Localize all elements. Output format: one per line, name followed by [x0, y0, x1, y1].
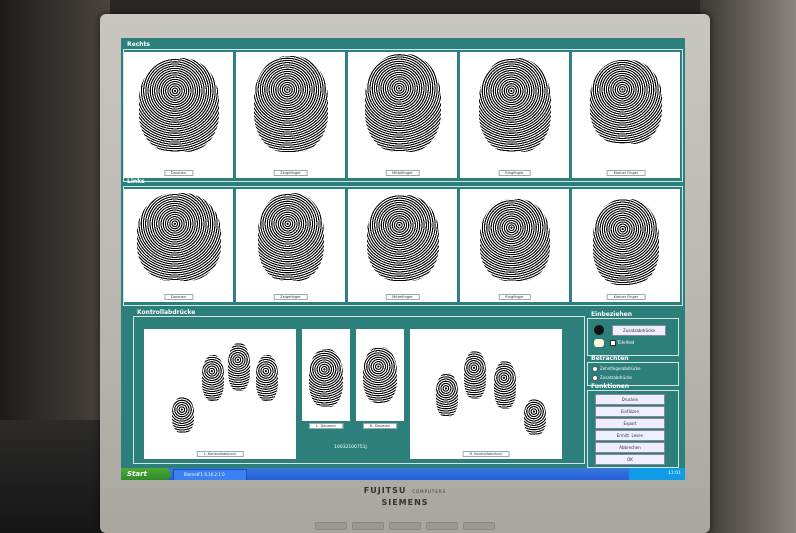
- fingerprint-image: [478, 58, 551, 152]
- finger-cell[interactable]: Mittelfinger: [348, 52, 457, 178]
- screen: Rechts Daumen Zeigefinger Mittelfinger R…: [121, 38, 685, 480]
- fingerprint-image: [172, 397, 194, 433]
- checkbox-label: Tüfelfeld: [617, 340, 635, 345]
- finger-cell[interactable]: Ringfinger: [460, 52, 569, 178]
- left-control-label: L. Kontrollabdruck: [196, 451, 244, 457]
- fingerprint-image: [363, 347, 397, 403]
- fingerprint-image: [136, 193, 221, 281]
- panel-betrachten-title: Betrachten: [591, 355, 629, 362]
- finger-cell[interactable]: Kleiner Finger: [572, 52, 680, 178]
- finger-label: Kleiner Finger: [606, 170, 646, 176]
- fingerprint-image: [138, 58, 219, 152]
- brand-fujitsu: FUJITSU COMPUTERS: [100, 486, 710, 495]
- taskbar: Start BiometF1 6.10.2.1 0 11:01: [121, 468, 685, 480]
- fingerprint-image: [364, 54, 441, 152]
- finger-label: Mittelfinger: [385, 294, 420, 300]
- abbrechen-button[interactable]: Abbrechen: [595, 442, 665, 453]
- fingerprint-image: [256, 355, 278, 401]
- right-control-label: R. Kontrollabdruck: [462, 451, 510, 457]
- brand-computers-text: COMPUTERS: [412, 489, 447, 494]
- einfalzen-button[interactable]: Einfälzen: [595, 406, 665, 417]
- right-control-cell[interactable]: R. Kontrollabdruck: [410, 329, 562, 459]
- right-thumb-label: R. Daumen: [363, 423, 397, 429]
- finger-cell[interactable]: Zeigefinger: [236, 52, 345, 178]
- fingerprint-image: [590, 60, 662, 144]
- fingerprint-image: [436, 373, 458, 417]
- monitor-button[interactable]: [389, 522, 421, 530]
- finger-cell[interactable]: Mittelfinger: [348, 189, 457, 302]
- finger-label: Ringfinger: [498, 170, 531, 176]
- radio-icon[interactable]: [592, 375, 598, 381]
- drucken-button[interactable]: Drucken: [595, 394, 665, 405]
- fingerprint-image: [309, 349, 343, 407]
- checkbox-icon[interactable]: [610, 340, 616, 346]
- hand-icon: [594, 325, 604, 335]
- taskbar-app[interactable]: BiometF1 6.10.2.1 0: [173, 469, 247, 480]
- finger-cell[interactable]: Ringfinger: [460, 189, 569, 302]
- fingerprint-image: [464, 351, 486, 399]
- radio-label: Zehnfingerabdrücke: [600, 366, 641, 371]
- system-tray: 11:01: [629, 468, 685, 480]
- start-button[interactable]: Start: [121, 468, 171, 480]
- finger-label: Zeigefinger: [273, 170, 308, 176]
- fingerprint-image: [524, 399, 546, 435]
- left-control-cell[interactable]: L. Kontrollabdruck: [144, 329, 296, 459]
- brand-siemens: SIEMENS: [381, 498, 429, 507]
- radio-option[interactable]: Zusatzabdrücke: [592, 375, 632, 381]
- checkbox-row[interactable]: Tüfelfeld: [610, 340, 634, 346]
- panel-funktionen: Funktionen Drucken Einfälzen Export Ermi…: [587, 383, 679, 468]
- fingerprint-image: [366, 195, 439, 281]
- fingerprint-image: [257, 193, 324, 281]
- face-icon: [594, 339, 604, 347]
- panel-links: Links Daumen Zeigefinger Mittelfinger Ri…: [123, 178, 683, 306]
- right-thumb-cell[interactable]: [356, 329, 404, 421]
- ermitt-lesen-button[interactable]: Ermitt. Lesen: [595, 430, 665, 441]
- monitor-button[interactable]: [315, 522, 347, 530]
- panel-einbeziehen: Einbeziehen Zusatzabdrücke Tüfelfeld: [587, 311, 679, 356]
- panel-rechts-title: Rechts: [127, 41, 150, 48]
- panel-funktionen-title: Funktionen: [591, 383, 629, 390]
- id-number: 10032100751J: [334, 445, 367, 450]
- finger-cell[interactable]: Zeigefinger: [236, 189, 345, 302]
- left-thumb-cell[interactable]: [302, 329, 350, 421]
- finger-label: Kleiner Finger: [606, 294, 646, 300]
- panel-einbeziehen-title: Einbeziehen: [591, 311, 633, 318]
- panel-rechts: Rechts Daumen Zeigefinger Mittelfinger R…: [123, 41, 683, 182]
- monitor-button[interactable]: [463, 522, 495, 530]
- fingerprint-image: [253, 56, 328, 152]
- fingerprint-image: [202, 355, 224, 401]
- panel-links-title: Links: [127, 178, 145, 185]
- ok-button[interactable]: OK: [595, 454, 665, 465]
- fingerprint-image: [228, 343, 250, 391]
- fingerprint-image: [494, 361, 516, 409]
- export-button[interactable]: Export: [595, 418, 665, 429]
- panel-kontroll-title: Kontrollabdrücke: [137, 309, 196, 316]
- zusatz-button[interactable]: Zusatzabdrücke: [612, 325, 666, 336]
- finger-label: Ringfinger: [498, 294, 531, 300]
- finger-label: Mittelfinger: [385, 170, 420, 176]
- monitor-button[interactable]: [352, 522, 384, 530]
- radio-label: Zusatzabdrücke: [600, 375, 633, 380]
- brand-fujitsu-text: FUJITSU: [363, 486, 407, 495]
- monitor-buttons[interactable]: [315, 522, 495, 530]
- finger-cell[interactable]: Daumen: [124, 189, 233, 302]
- fingerprint-image: [479, 199, 550, 281]
- left-thumb-label: L. Daumen: [309, 423, 343, 429]
- monitor-button[interactable]: [426, 522, 458, 530]
- fingerprint-image: [593, 199, 659, 285]
- clock: 11:01: [668, 471, 681, 476]
- finger-label: Zeigefinger: [273, 294, 308, 300]
- finger-cell[interactable]: Kleiner Finger: [572, 189, 680, 302]
- finger-label: Daumen: [163, 294, 194, 300]
- finger-label: Daumen: [163, 170, 194, 176]
- radio-option[interactable]: Zehnfingerabdrücke: [592, 366, 641, 372]
- radio-icon[interactable]: [592, 366, 598, 372]
- finger-cell[interactable]: Daumen: [124, 52, 233, 178]
- background-right: [700, 0, 796, 533]
- panel-kontroll: Kontrollabdrücke L. Kontrollabdruck L. D…: [133, 309, 585, 464]
